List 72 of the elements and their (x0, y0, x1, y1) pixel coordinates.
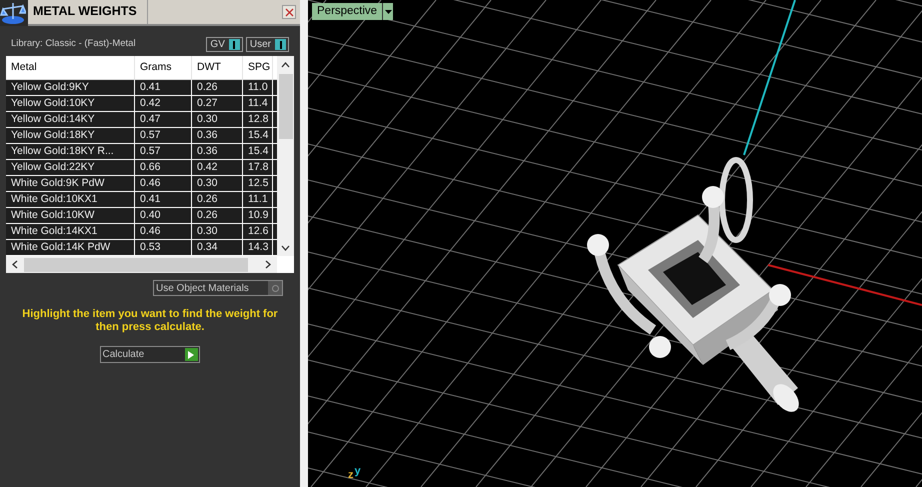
axis-label: y (354, 466, 361, 477)
close-button[interactable] (282, 5, 296, 19)
table-cell: 12.6 (243, 224, 273, 239)
table-cell: 0.40 (135, 208, 192, 223)
horizontal-scrollbar[interactable] (6, 256, 277, 273)
table-cell: White Gold:14K PdW (6, 240, 135, 255)
table-cell: 11.0 (243, 80, 273, 95)
table-cell: 0.26 (192, 208, 243, 223)
table-cell: 0.57 (135, 128, 192, 143)
scrollbar-thumb[interactable] (278, 74, 292, 139)
scale-icon (0, 1, 26, 25)
table-cell: 0.36 (192, 144, 243, 159)
use-object-materials-option[interactable]: Use Object Materials (153, 280, 283, 296)
toggle-button[interactable]: User (246, 37, 289, 52)
table-cell: 12.5 (243, 176, 273, 191)
column-header[interactable]: Metal (6, 56, 135, 79)
table-cell: 17.8 (243, 160, 273, 175)
view-menu[interactable]: Perspective (312, 3, 384, 20)
table-cell: Yellow Gold:22KY (6, 160, 135, 175)
scroll-left-icon (12, 260, 18, 269)
table-cell: 0.30 (192, 176, 243, 191)
table-cell: 0.42 (135, 96, 192, 111)
toggle-button[interactable]: GV (206, 37, 243, 52)
table-cell: White Gold:9K PdW (6, 176, 135, 191)
table-cell: 10.9 (243, 208, 273, 223)
table-cell: Yellow Gold:14KY (6, 112, 135, 127)
scroll-right-icon (265, 260, 271, 269)
table-cell: 0.30 (192, 112, 243, 127)
table-cell: 0.57 (135, 144, 192, 159)
table-cell: 15.4 (243, 144, 273, 159)
table-cell: 0.47 (135, 112, 192, 127)
table-cell: White Gold:10KW (6, 208, 135, 223)
table-cell: 0.41 (135, 80, 192, 95)
play-icon (188, 350, 194, 358)
table-cell: 0.27 (192, 96, 243, 111)
table-cell: 15.4 (243, 128, 273, 143)
table-cell: 0.53 (135, 240, 192, 255)
table-cell: 0.46 (135, 224, 192, 239)
table-cell: 0.46 (135, 176, 192, 191)
table-cell: White Gold:14KX1 (6, 224, 135, 239)
table-cell: 11.4 (243, 96, 273, 111)
dropdown-caret-icon (384, 10, 392, 14)
column-header[interactable]: DWT (192, 56, 243, 79)
calculate-button[interactable]: Calculate (100, 346, 200, 363)
table-cell: Yellow Gold:18KY (6, 128, 135, 143)
table-cell: 0.26 (192, 80, 243, 95)
scroll-down-icon (281, 245, 290, 251)
table-cell: 0.36 (192, 128, 243, 143)
table-cell: 0.26 (192, 192, 243, 207)
scroll-up-icon (281, 62, 290, 68)
table-cell: Yellow Gold:9KY (6, 80, 135, 95)
table-cell: 14.3 (243, 240, 273, 255)
table-cell: 0.42 (192, 160, 243, 175)
table-cell: 12.8 (243, 112, 273, 127)
table-cell: 0.41 (135, 192, 192, 207)
table-cell: Yellow Gold:18KY R... (6, 144, 135, 159)
table-cell: 0.30 (192, 224, 243, 239)
instruction-text: Highlight the item you want to find the weight for then press calculate. (21, 308, 279, 334)
table-cell: Yellow Gold:10KY (6, 96, 135, 111)
library-label: Library: Classic - (Fast)-Metal (11, 37, 137, 52)
column-header[interactable]: SPG (243, 56, 273, 79)
scrollbar-thumb[interactable] (24, 258, 248, 272)
vertical-scrollbar[interactable] (277, 56, 294, 256)
panel-title: METAL WEIGHTS (28, 0, 148, 24)
3d-viewport[interactable]: Perspective zy (308, 0, 922, 487)
axis-label: z (348, 470, 354, 481)
table-cell: 0.34 (192, 240, 243, 255)
table-cell: 0.66 (135, 160, 192, 175)
close-icon (284, 8, 294, 16)
column-header[interactable]: Grams (135, 56, 192, 79)
table-cell: 11.1 (243, 192, 273, 207)
table-cell: White Gold:10KX1 (6, 192, 135, 207)
